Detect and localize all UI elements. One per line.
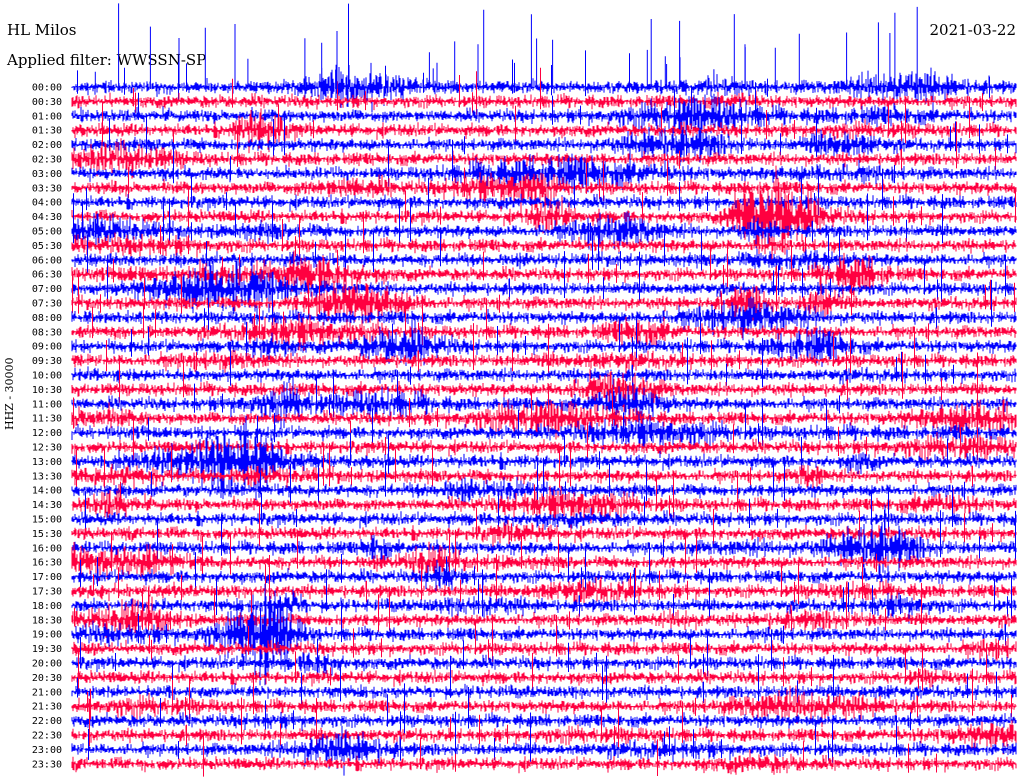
seismogram-plot: 00:00 00:30 01:00 01:30 02:00 02:30 03:00 03:30…: [32, 3, 1017, 777]
time-label: 08:00: [32, 313, 62, 324]
time-label: 20:00: [32, 659, 62, 670]
time-label: 23:30: [32, 759, 62, 770]
trace-line: [71, 505, 1017, 547]
time-label: 00:30: [32, 97, 62, 108]
time-label: 09:30: [32, 356, 62, 367]
time-label: 10:30: [32, 385, 62, 396]
time-label: 01:00: [32, 111, 62, 122]
time-label: 13:30: [32, 471, 62, 482]
trace-group: [71, 3, 1017, 777]
time-label-group: 00:00 00:30 01:00 01:30 02:00 02:30 03:00 03:30…: [32, 83, 62, 771]
time-label: 19:30: [32, 644, 62, 655]
time-label: 22:00: [32, 716, 62, 727]
time-label: 04:00: [32, 198, 62, 209]
trace-line: [71, 67, 1017, 115]
time-label: 14:00: [32, 486, 62, 497]
time-label: 03:30: [32, 183, 62, 194]
time-label: 07:30: [32, 299, 62, 310]
time-label: 17:30: [32, 587, 62, 598]
spike-line: [94, 3, 918, 89]
time-label: 01:30: [32, 126, 62, 137]
time-label: 06:30: [32, 270, 62, 281]
time-label: 02:30: [32, 155, 62, 166]
time-label: 03:00: [32, 169, 62, 180]
trace-line: [71, 504, 1017, 580]
time-label: 02:00: [32, 140, 62, 151]
time-label: 05:30: [32, 241, 62, 252]
time-label: 18:00: [32, 601, 62, 612]
time-label: 06:00: [32, 255, 62, 266]
time-label: 04:30: [32, 212, 62, 223]
time-label: 11:30: [32, 414, 62, 425]
time-label: 07:00: [32, 284, 62, 295]
trace-line: [71, 735, 1017, 777]
time-label: 16:00: [32, 543, 62, 554]
time-label: 17:00: [32, 572, 62, 583]
time-label: 05:00: [32, 227, 62, 238]
time-label: 15:30: [32, 529, 62, 540]
time-label: 08:30: [32, 327, 62, 338]
time-label: 13:00: [32, 457, 62, 468]
time-label: 21:00: [32, 687, 62, 698]
time-label: 00:00: [32, 83, 62, 94]
time-label: 10:00: [32, 371, 62, 382]
time-label: 11:00: [32, 399, 62, 410]
time-label: 14:30: [32, 500, 62, 511]
time-label: 20:30: [32, 673, 62, 684]
time-label: 22:30: [32, 731, 62, 742]
time-label: 09:00: [32, 342, 62, 353]
time-label: 16:30: [32, 558, 62, 569]
time-label: 12:00: [32, 428, 62, 439]
time-label: 23:00: [32, 745, 62, 756]
time-label: 18:30: [32, 615, 62, 626]
time-label: 12:30: [32, 443, 62, 454]
time-label: 21:30: [32, 702, 62, 713]
time-label: 19:00: [32, 630, 62, 641]
time-label: 15:00: [32, 515, 62, 526]
